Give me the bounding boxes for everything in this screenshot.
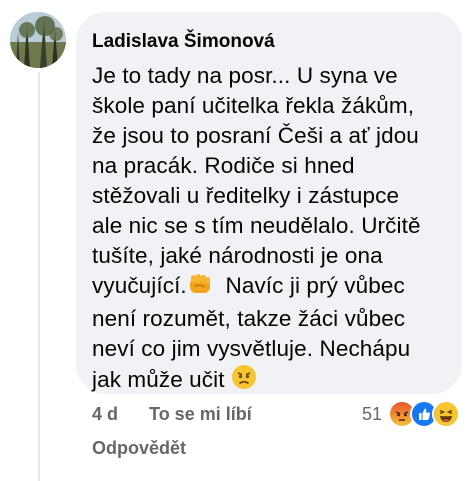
reaction-count: 51 <box>361 403 382 424</box>
comment-line: Je to tady na posr... U syna ve <box>92 63 398 88</box>
comment-timestamp[interactable]: 4 d <box>92 404 118 425</box>
comment-line: neví co jim vysvětluje. Nechápu <box>92 336 411 361</box>
comment-line: vyučující. <box>92 273 187 298</box>
comment-bubble: Ladislava Šimonová Je to tady na posr...… <box>76 12 462 394</box>
comment-line: stěžovali u ředitelky i zástupce <box>92 183 400 208</box>
comment-line-with-emoji: vyučující. Navíc ji prý vůbec <box>92 271 446 304</box>
comment-line: ale nic se s tím neudělalo. Určitě <box>92 213 421 238</box>
haha-reaction-icon <box>432 400 460 428</box>
comment-line: na pracák. Rodiče si hned <box>92 153 355 178</box>
avatar[interactable] <box>10 12 66 68</box>
comment-line: že jsou to posraní Češi a ať jdou <box>92 123 419 148</box>
fist-emoji-icon <box>187 272 213 304</box>
comment-line-with-emoji: jak může učit <box>92 364 446 398</box>
reactions-summary[interactable]: 51 <box>362 400 460 428</box>
comment-line: tušíte, jaké národnosti je ona <box>92 243 383 268</box>
frowning-emoji-icon <box>231 364 257 398</box>
avatar-image <box>10 12 66 68</box>
comment-line: není rozumět, takze žáci vůbec <box>92 306 406 331</box>
comment-line: Navíc ji prý vůbec <box>212 273 405 298</box>
comment-line: jak může učit <box>92 367 231 392</box>
comment-actions: 4 d To se mi líbí <box>92 404 252 428</box>
like-button[interactable]: To se mi líbí <box>149 404 252 425</box>
reply-button[interactable]: Odpovědět <box>92 438 186 459</box>
comment-author[interactable]: Ladislava Šimonová <box>92 30 446 54</box>
comment-text: Je to tady na posr... U syna ve škole pa… <box>92 61 446 398</box>
comment-line: škole paní učitelka řekla žákům, <box>92 93 415 118</box>
thread-line <box>38 72 40 481</box>
